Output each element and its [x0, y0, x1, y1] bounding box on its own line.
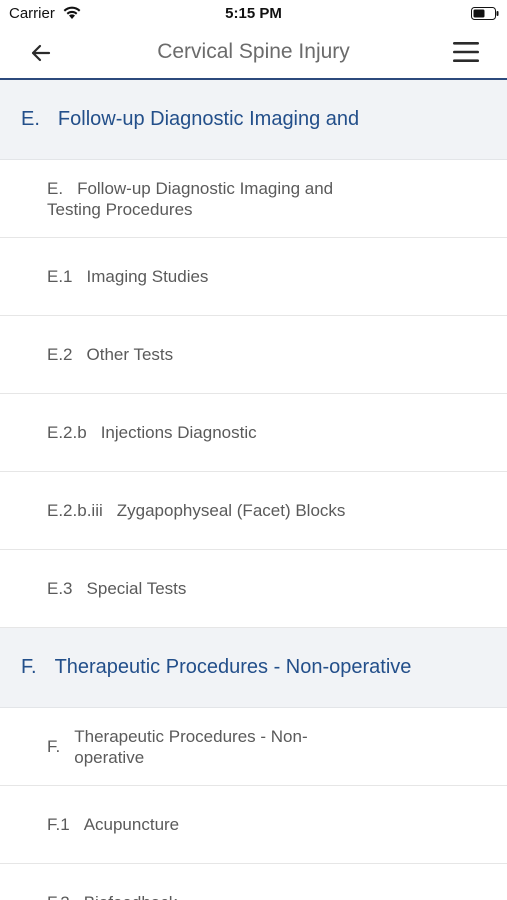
page-title: Cervical Spine Injury — [157, 40, 350, 63]
item-label: Follow-up Diagnostic Imaging and Testing… — [47, 178, 334, 219]
section-header-e[interactable]: E. Follow-up Diagnostic Imaging and — [0, 80, 507, 160]
section-header-f[interactable]: F. Therapeutic Procedures - Non-operativ… — [0, 628, 507, 708]
list-item[interactable]: E. Follow-up Diagnostic Imaging and Testi… — [0, 160, 507, 238]
list-item[interactable]: F.1 Acupuncture — [0, 786, 507, 864]
item-code: F.2 — [47, 892, 70, 900]
status-bar: Carrier 5:15 PM — [0, 0, 507, 28]
section-title: Follow-up Diagnostic Imaging and — [57, 108, 360, 130]
item-code: E.2.b — [47, 423, 87, 442]
item-label: Injections Diagnostic — [100, 423, 257, 442]
item-label: Zygapophyseal (Facet) Blocks — [116, 501, 346, 520]
item-code: E.2 — [47, 345, 73, 364]
item-label: Imaging Studies — [86, 267, 209, 286]
section-code: F. — [21, 656, 37, 678]
battery-icon — [471, 7, 499, 20]
item-code: E.1 — [47, 267, 73, 286]
item-code: F.1 — [47, 815, 70, 834]
item-code: F. — [47, 737, 61, 756]
list-item[interactable]: F. Therapeutic Procedures - Non-operativ… — [0, 708, 507, 786]
hamburger-menu-icon[interactable] — [452, 39, 480, 65]
section-code: E. — [21, 108, 40, 130]
item-label: Acupuncture — [83, 815, 180, 834]
app-screen: Carrier 5:15 PM Cervical Spine Injury E.… — [0, 0, 507, 900]
item-label: Biofeedback — [84, 892, 178, 900]
list-item[interactable]: F.2 Biofeedback — [0, 864, 507, 900]
section-title: Therapeutic Procedures - Non-operative — [54, 656, 412, 678]
item-code: E. — [47, 178, 64, 198]
item-code: E.3 — [47, 579, 73, 598]
item-code: E.2.b.iii — [47, 501, 103, 520]
list-item[interactable]: E.1 Imaging Studies — [0, 238, 507, 316]
item-label: Special Tests — [86, 579, 187, 598]
list-item[interactable]: E.3 Special Tests — [0, 550, 507, 628]
list-item[interactable]: E.2 Other Tests — [0, 316, 507, 394]
item-label: Therapeutic Procedures - Non-operative — [74, 726, 308, 767]
navigation-bar: Cervical Spine Injury — [0, 28, 507, 80]
clock: 5:15 PM — [225, 5, 282, 22]
list-item[interactable]: E.2.b Injections Diagnostic — [0, 394, 507, 472]
list-item[interactable]: E.2.b.iii Zygapophyseal (Facet) Blocks — [0, 472, 507, 550]
item-label: Other Tests — [86, 345, 174, 364]
guideline-list: E. Follow-up Diagnostic Imaging and E. Fo… — [0, 80, 507, 900]
